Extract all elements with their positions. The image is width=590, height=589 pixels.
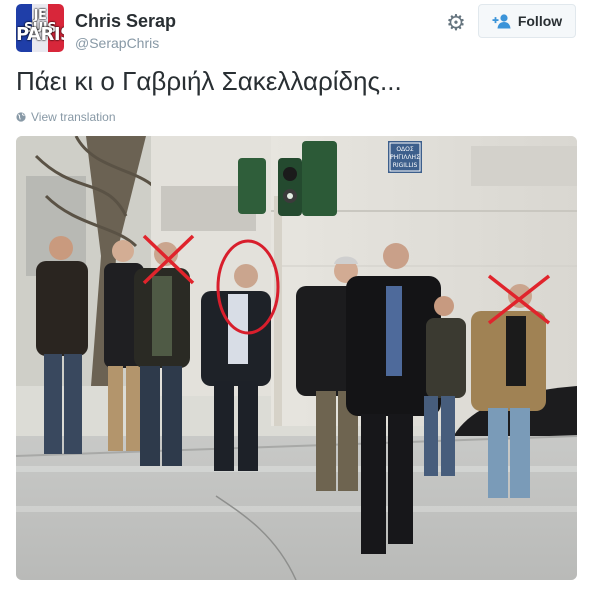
avatar[interactable]: JE SUIS PARIS — [16, 4, 64, 52]
street-sign-text: ΟΔΟΣ — [396, 146, 414, 153]
tweet-photo[interactable]: ΟΔΟΣ ΡΗΓΙΛΛΗΣ RIGILLIS — [16, 136, 577, 580]
add-person-icon — [492, 14, 511, 29]
person-3 — [134, 242, 190, 466]
follow-button[interactable]: Follow — [478, 4, 576, 38]
tweet-text: Πάει κι ο Γαβριήλ Σακελλαρίδης... — [16, 66, 402, 96]
follow-label: Follow — [517, 13, 563, 29]
avatar-text-line2: PARIS — [16, 24, 64, 45]
user-fullname[interactable]: Chris Serap — [75, 11, 176, 32]
view-translation-link[interactable]: View translation — [16, 110, 116, 124]
gear-icon[interactable]: ⚙ — [445, 12, 467, 34]
tweet-header: JE SUIS PARIS Chris Serap @SerapChris ⚙ … — [16, 4, 576, 56]
street-sign-text: ΡΗΓΙΛΛΗΣ — [390, 154, 420, 161]
user-names: Chris Serap @SerapChris — [75, 11, 176, 51]
globe-icon — [16, 112, 26, 122]
view-translation-label: View translation — [31, 110, 116, 124]
user-handle[interactable]: @SerapChris — [75, 35, 176, 51]
street-photo: ΟΔΟΣΡΗΓΙΛΛΗΣRIGILLIS — [16, 136, 577, 580]
street-sign-text: RIGILLIS — [393, 162, 418, 169]
